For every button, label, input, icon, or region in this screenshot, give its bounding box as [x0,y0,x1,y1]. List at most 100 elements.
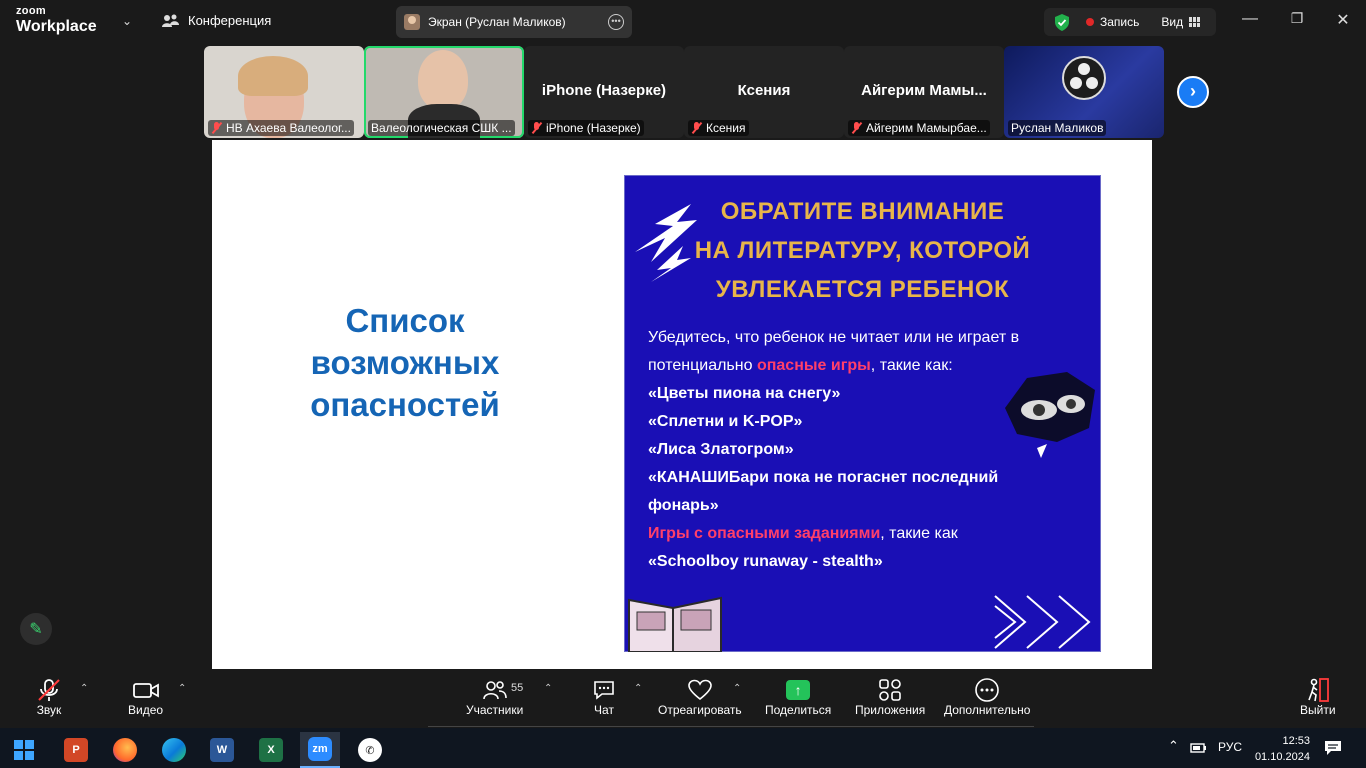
chevron-up-icon[interactable]: ⌃ [544,683,552,694]
leave-button[interactable]: Выйти [1300,677,1336,717]
more-button[interactable]: Дополнительно [944,677,1030,717]
conference-label: Конференция [188,13,272,28]
chat-icon [592,677,616,703]
apps-icon [855,677,925,703]
clock[interactable]: 12:53 01.10.2024 [1254,733,1310,765]
people-icon [162,14,179,27]
firefox-icon [113,738,137,762]
poster-highlight: опасные игры [756,357,871,374]
poster-list-item: фонарь» [648,497,719,514]
poster-heading: ОБРАТИТЕ ВНИМАНИЕ НА ЛИТЕРАТУРУ, КОТОРОЙ… [625,192,1100,309]
heart-icon [658,677,742,703]
apps-button[interactable]: Приложения [855,677,925,717]
start-button[interactable] [4,732,44,768]
slide-title-line: Список [345,302,465,339]
poster-list-item: «Schoolboy runaway - stealth» [648,553,883,570]
language-indicator[interactable]: РУС [1218,740,1242,754]
title-bar: zoom Workplace ⌄ Конференция Экран (Русл… [0,0,1366,44]
more-icon[interactable]: ••• [608,14,624,30]
participant-name: Валеологическая СШК ... [371,121,512,135]
video-label: Видео [128,703,164,717]
shield-icon[interactable] [1054,13,1070,31]
participant-display-name: iPhone (Назерке) [541,82,667,99]
avatar [404,14,420,30]
mic-muted-icon [36,677,62,703]
more-label: Дополнительно [944,703,1031,717]
poster-list-item: «КАНАШИБари пока не погаснет последний [648,469,999,486]
more-icon [944,677,1030,703]
chevron-up-icon[interactable]: ⌃ [634,683,642,694]
screen-share-indicator[interactable]: Экран (Руслан Маликов) ••• [396,6,632,38]
participant-tile[interactable]: iPhone (Назерке) iPhone (Назерке) [524,46,684,138]
mic-muted-icon [691,122,703,134]
chevron-up-icon[interactable]: ⌃ [733,683,741,694]
next-page-arrow-icon[interactable]: › [1177,76,1209,108]
poster: ОБРАТИТЕ ВНИМАНИЕ НА ЛИТЕРАТУРУ, КОТОРОЙ… [624,175,1101,652]
mic-muted-icon [851,122,863,134]
participant-name: Айгерим Мамырбае... [866,121,987,135]
participant-label: Айгерим Мамырбае... [848,120,990,136]
participant-tile[interactable]: Руслан Маликов [1004,46,1164,138]
participant-tile[interactable]: Ксения Ксения [684,46,844,138]
anime-eyes-illustration [1005,372,1095,458]
participant-video [418,50,468,110]
participant-tile[interactable]: НВ Ахаева Валеолог... [204,46,364,138]
zoom-logo[interactable]: zoom Workplace [16,6,97,35]
participant-name: iPhone (Назерке) [546,121,641,135]
chat-button[interactable]: Чат [592,677,616,717]
record-view-group: Запись Вид [1044,8,1216,36]
camera-icon [128,677,163,703]
close-icon[interactable]: ✕ [1333,10,1353,30]
taskbar-firefox[interactable] [105,732,145,768]
mic-muted-icon [531,122,543,134]
poster-heading-line: ОБРАТИТЕ ВНИМАНИЕ [720,198,1005,225]
taskbar-powerpoint[interactable]: P [56,732,96,768]
mic-muted-icon [211,122,223,134]
share-button[interactable]: ↑ Поделиться [765,677,831,717]
share-screen-icon: ↑ [765,677,831,703]
leave-door-icon [1300,677,1336,703]
taskbar-edge[interactable] [154,732,194,768]
taskbar-word[interactable]: W [202,732,242,768]
chevrons-icon [994,595,1091,649]
poster-heading-line: УВЛЕКАЕТСЯ РЕБЕНОК [715,276,1010,303]
participant-display-name: Ксения [737,82,791,99]
participant-label: Ксения [688,120,749,136]
poster-text-line: Убедитесь, что ребенок не читает или не … [648,329,1020,346]
participants-count: 55 [511,682,524,694]
taskbar-whatsapp[interactable]: ✆ [350,732,390,768]
poster-highlight: Игры с опасными заданиями [648,525,881,542]
participant-tile[interactable]: Айгерим Мамы... Айгерим Мамырбае... [844,46,1004,138]
chevron-down-icon[interactable]: ⌄ [122,14,132,28]
taskbar-zoom[interactable]: zm [300,732,340,768]
sharing-label: Экран (Руслан Маликов) [428,15,566,29]
video-button[interactable]: Видео [128,677,163,717]
record-button[interactable]: Запись [1100,15,1139,29]
grid-view-icon[interactable] [1189,17,1201,27]
participant-tile-active-speaker[interactable]: Валеологическая СШК ... [364,46,524,138]
view-button[interactable]: Вид [1161,15,1183,29]
restore-icon[interactable]: ❐ [1287,10,1307,27]
audio-button[interactable]: Звук [36,677,62,717]
conference-button[interactable]: Конференция [162,13,271,28]
shared-screen: Список возможных опасностей ОБРАТИТЕ ВНИ… [212,140,1152,669]
toolbar-divider [428,726,1034,727]
react-button[interactable]: Отреагировать [658,677,742,717]
taskbar-excel[interactable]: X [251,732,291,768]
leave-label: Выйти [1300,703,1336,717]
chevron-up-icon[interactable]: ⌃ [178,683,186,694]
chevron-up-icon[interactable]: ⌃ [80,683,88,694]
slide-title-line: возможных [310,344,500,381]
slide-title: Список возможных опасностей [292,300,518,426]
notifications-icon[interactable] [1324,740,1342,756]
participant-strip: НВ Ахаева Валеолог... Валеологическая СШ… [204,46,1164,138]
annotate-pencil-icon[interactable]: ✎ [20,613,52,645]
zoom-icon: zm [308,737,332,761]
logo-zoom-text: zoom [16,5,46,17]
audio-label: Звук [36,703,62,717]
tray-chevron-up-icon[interactable]: ⌃ [1168,738,1179,754]
edge-icon [162,738,186,762]
minimize-icon[interactable]: — [1240,10,1260,28]
apps-label: Приложения [855,703,926,717]
battery-icon[interactable] [1190,742,1208,754]
